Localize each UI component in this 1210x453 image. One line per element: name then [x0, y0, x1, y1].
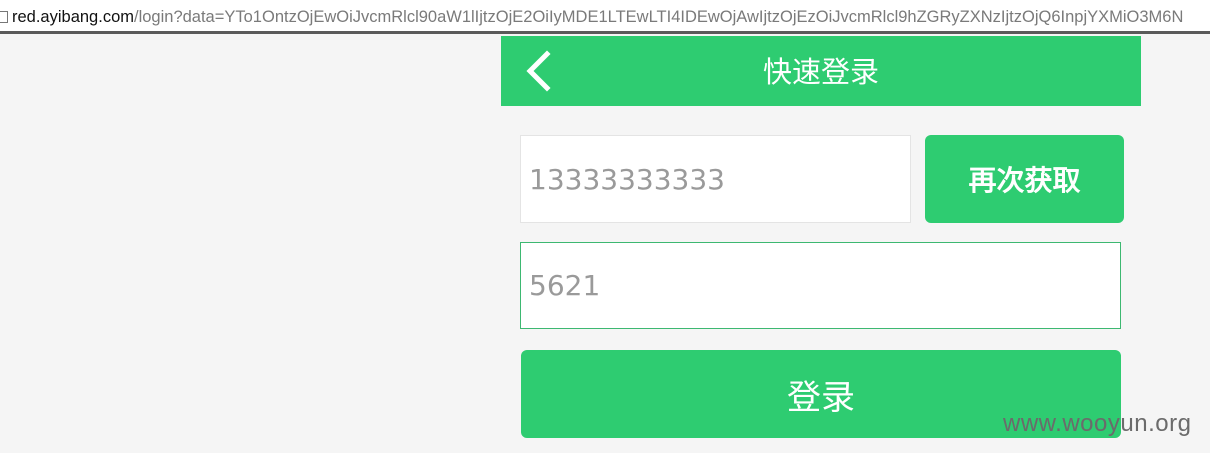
back-button[interactable]	[515, 48, 561, 94]
resend-code-button[interactable]: 再次获取	[925, 135, 1124, 223]
page-title: 快速登录	[762, 55, 879, 89]
url-host: red.ayibang.com	[12, 8, 134, 26]
verification-code-input[interactable]	[520, 242, 1121, 329]
phone-input[interactable]	[520, 135, 911, 223]
chevron-left-icon	[526, 50, 551, 92]
url-text[interactable]: red.ayibang.com/login?data=YTo1OntzOjEwO…	[12, 6, 1207, 28]
address-bar[interactable]: red.ayibang.com/login?data=YTo1OntzOjEwO…	[0, 0, 1210, 34]
page-icon	[0, 11, 8, 23]
page-header: 快速登录	[501, 36, 1141, 106]
watermark: www.wooyun.org	[1003, 410, 1192, 437]
url-path: /login?data=YTo1OntzOjEwOiJvcmRlcl90aW1l…	[134, 8, 1184, 26]
